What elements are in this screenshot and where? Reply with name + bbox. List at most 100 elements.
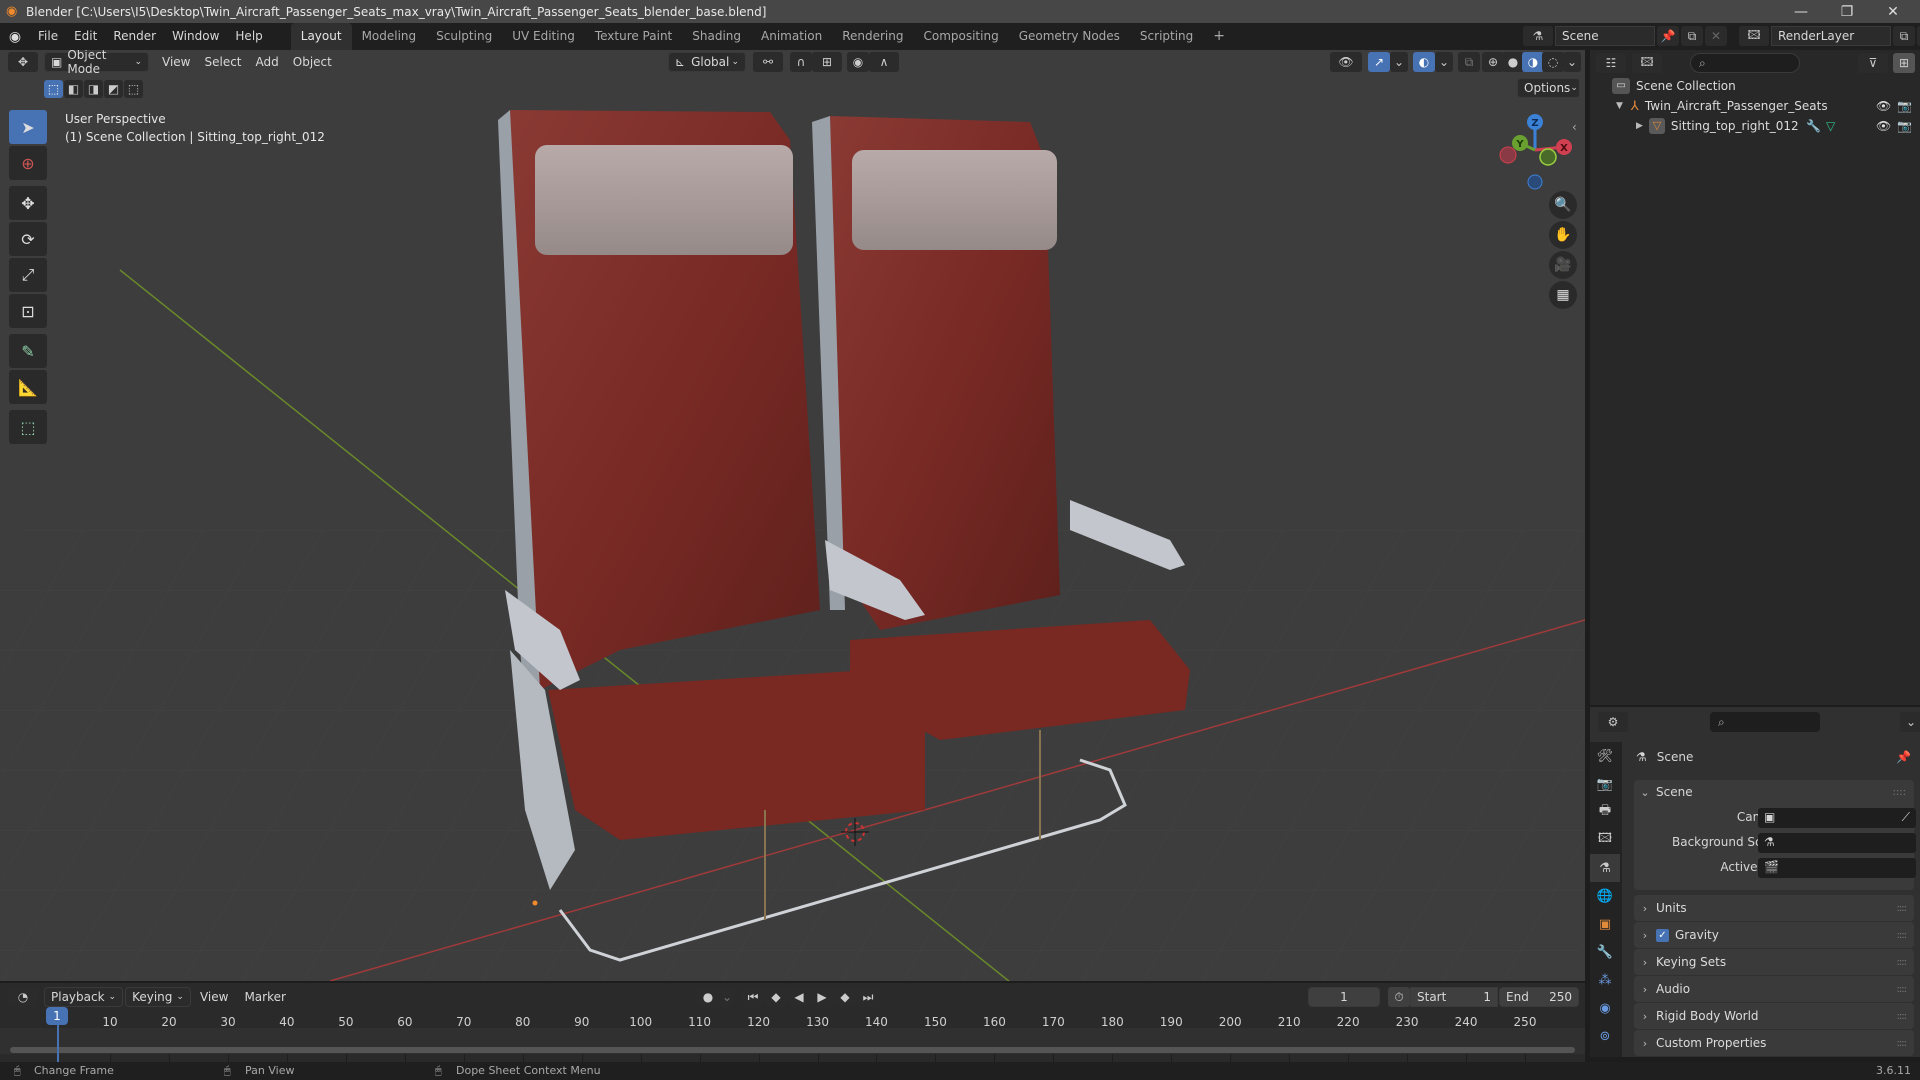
xray-toggle-icon[interactable]: ⧉ <box>1458 52 1480 72</box>
blender-menu-icon[interactable]: ◉ <box>0 29 30 45</box>
tab-geometry-nodes[interactable]: Geometry Nodes <box>1009 23 1130 50</box>
visibility-eye-icon[interactable]: 👁 <box>1876 119 1891 133</box>
menu-window[interactable]: Window <box>164 23 227 50</box>
render-camera-icon[interactable]: 📷 <box>1897 119 1912 133</box>
select-extend-icon[interactable]: ◧ <box>64 80 83 98</box>
drag-grip-icon[interactable]: :::: <box>1897 1011 1908 1022</box>
delete-scene-icon[interactable]: ✕ <box>1705 26 1727 46</box>
scene-selector-icon[interactable]: ⚗ <box>1523 26 1553 46</box>
tab-compositing[interactable]: Compositing <box>913 23 1008 50</box>
gravity-checkbox[interactable]: ✓ <box>1656 928 1669 942</box>
playhead-frame-indicator[interactable]: 1 <box>46 1007 68 1025</box>
scene-tab-icon[interactable]: ⚗ <box>1590 854 1620 882</box>
transform-tool-icon[interactable]: ⊡ <box>9 294 47 328</box>
filter-icon[interactable]: ⊽ <box>1858 53 1888 73</box>
snap-target-icon[interactable]: ⊞ <box>812 52 842 72</box>
chevron-down-icon[interactable]: ⌄ <box>1435 52 1453 72</box>
material-preview-shading-icon[interactable]: ◑ <box>1522 52 1544 72</box>
editor-type-icon[interactable]: ✥ <box>8 52 38 72</box>
minimize-button[interactable]: — <box>1778 0 1824 23</box>
playhead-line[interactable] <box>57 1025 59 1063</box>
expand-arrow-down-icon[interactable]: ▼ <box>1616 101 1623 111</box>
select-box-tool-icon[interactable]: ➤ <box>9 110 47 144</box>
properties-search-input[interactable]: ⌕ <box>1710 712 1820 732</box>
panel-units[interactable]: › Units:::: <box>1634 895 1914 921</box>
drag-grip-icon[interactable]: :::: <box>1893 787 1906 798</box>
navigation-gizmo[interactable]: Z X Y <box>1490 105 1580 195</box>
chevron-down-icon[interactable]: ⌄ <box>1390 52 1408 72</box>
menu-edit[interactable]: Edit <box>66 23 105 50</box>
outliner-row[interactable]: ▶ ▽ Sitting_top_right_012 🔧 ▽ 👁 📷 <box>1590 116 1920 136</box>
eyedropper-icon[interactable]: ⟋ <box>1902 810 1910 825</box>
scene-panel-header[interactable]: ⌄ Scene :::: <box>1634 780 1914 804</box>
pin-icon[interactable]: 📌 <box>1657 26 1679 46</box>
panel-keying-sets[interactable]: › Keying Sets:::: <box>1634 949 1914 975</box>
select-new-icon[interactable]: ⬚ <box>44 80 63 98</box>
view-layer-selector-icon[interactable]: 🖾 <box>1739 26 1769 46</box>
new-collection-icon[interactable]: ⊞ <box>1893 53 1915 73</box>
options-dropdown[interactable]: Options ⌄ <box>1517 78 1580 98</box>
close-button[interactable]: ✕ <box>1870 0 1916 23</box>
outliner-editor-type-icon[interactable]: ☷ <box>1596 53 1626 73</box>
pan-view-hand-icon[interactable]: ✋ <box>1549 221 1577 249</box>
world-tab-icon[interactable]: 🌐 <box>1590 882 1620 910</box>
tab-sculpting[interactable]: Sculpting <box>426 23 502 50</box>
tab-animation[interactable]: Animation <box>751 23 832 50</box>
menu-object[interactable]: Object <box>286 55 339 69</box>
drag-grip-icon[interactable]: :::: <box>1897 984 1908 995</box>
panel-custom-properties[interactable]: › Custom Properties:::: <box>1634 1030 1914 1056</box>
panel-audio[interactable]: › Audio:::: <box>1634 976 1914 1002</box>
display-mode-icon[interactable]: 🖾 <box>1632 53 1662 73</box>
tab-uv-editing[interactable]: UV Editing <box>502 23 585 50</box>
chevron-down-icon[interactable]: ⌄ <box>1563 52 1581 72</box>
wireframe-shading-icon[interactable]: ⊕ <box>1482 52 1504 72</box>
menu-render[interactable]: Render <box>105 23 164 50</box>
panel-rigid-body-world[interactable]: › Rigid Body World:::: <box>1634 1003 1914 1029</box>
render-camera-icon[interactable]: 📷 <box>1897 99 1912 113</box>
modifier-wrench-icon[interactable]: 🔧 <box>1806 119 1821 133</box>
outliner-search-input[interactable]: ⌕ <box>1690 53 1800 73</box>
measure-tool-icon[interactable]: 📐 <box>9 370 47 404</box>
maximize-button[interactable]: ❐ <box>1824 0 1870 23</box>
camera-view-icon[interactable]: 🎥 <box>1549 251 1577 279</box>
tab-layout[interactable]: Layout <box>290 23 352 50</box>
ortho-toggle-grid-icon[interactable]: ▦ <box>1549 281 1577 309</box>
view-layer-name-field[interactable]: RenderLayer <box>1771 26 1891 46</box>
menu-file[interactable]: File <box>30 23 66 50</box>
gizmo-toggle-icon[interactable]: ↗ <box>1368 52 1390 72</box>
selectability-visibility-icon[interactable]: 👁 <box>1330 52 1362 72</box>
select-subtract-icon[interactable]: ◨ <box>84 80 103 98</box>
menu-select[interactable]: Select <box>197 55 248 69</box>
background-scene-field[interactable]: ⚗ <box>1758 833 1916 853</box>
outliner-row-scene-collection[interactable]: ▭ Scene Collection <box>1590 76 1920 96</box>
select-difference-icon[interactable]: ◩ <box>104 80 123 98</box>
tab-modeling[interactable]: Modeling <box>352 23 427 50</box>
add-workspace-button[interactable]: + <box>1203 23 1235 50</box>
expand-arrow-right-icon[interactable]: ▶ <box>1636 121 1643 131</box>
drag-grip-icon[interactable]: :::: <box>1897 1038 1908 1049</box>
new-scene-icon[interactable]: ⧉ <box>1681 26 1703 46</box>
pin-icon[interactable]: 📌 <box>1896 750 1911 764</box>
particles-tab-icon[interactable]: ⁂ <box>1590 966 1620 994</box>
tab-texture-paint[interactable]: Texture Paint <box>585 23 682 50</box>
transform-orientation-dropdown[interactable]: ⊾ Global ⌄ <box>668 52 746 72</box>
physics-tab-icon[interactable]: ◉ <box>1590 994 1620 1022</box>
panel-gravity[interactable]: › ✓ Gravity:::: <box>1634 922 1914 948</box>
modifier-tab-icon[interactable]: 🔧 <box>1590 938 1620 966</box>
overlays-toggle-icon[interactable]: ◐ <box>1413 52 1435 72</box>
rendered-shading-icon[interactable]: ◌ <box>1542 52 1564 72</box>
view-layer-tab-icon[interactable]: 🖾 <box>1590 826 1620 854</box>
scene-name-field[interactable]: Scene <box>1555 26 1655 46</box>
active-clip-field[interactable]: 🎬 <box>1758 858 1916 878</box>
tab-rendering[interactable]: Rendering <box>832 23 913 50</box>
solid-shading-icon[interactable]: ● <box>1502 52 1524 72</box>
menu-view[interactable]: View <box>155 55 197 69</box>
visibility-eye-icon[interactable]: 👁 <box>1876 99 1891 113</box>
scale-tool-icon[interactable]: ⤢ <box>9 258 47 292</box>
chevron-down-icon[interactable]: ⌄ <box>1900 712 1920 732</box>
new-view-layer-icon[interactable]: ⧉ <box>1893 26 1915 46</box>
tab-shading[interactable]: Shading <box>682 23 751 50</box>
annotate-tool-icon[interactable]: ✎ <box>9 334 47 368</box>
menu-add[interactable]: Add <box>249 55 286 69</box>
drag-grip-icon[interactable]: :::: <box>1897 930 1908 941</box>
